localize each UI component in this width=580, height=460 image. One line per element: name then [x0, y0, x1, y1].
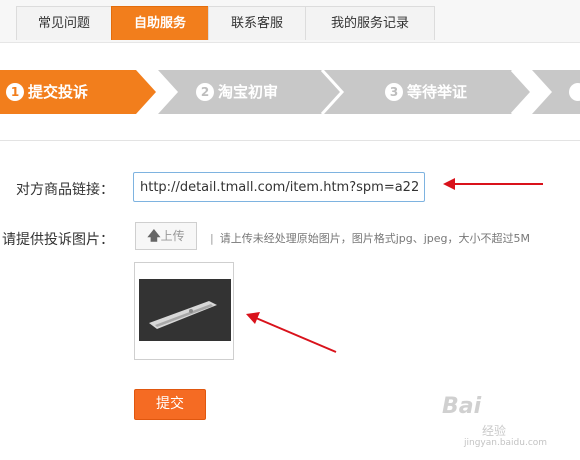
watermark: Bai 经验 jingyan.baidu.com [442, 392, 572, 452]
watermark-sub: 经验 [482, 424, 507, 438]
annotation-layer [246, 178, 543, 353]
red-arrow-icon [246, 312, 337, 353]
watermark-brand: Bai [442, 394, 482, 419]
red-arrow-icon [443, 178, 543, 190]
watermark-url: jingyan.baidu.com [464, 438, 548, 448]
